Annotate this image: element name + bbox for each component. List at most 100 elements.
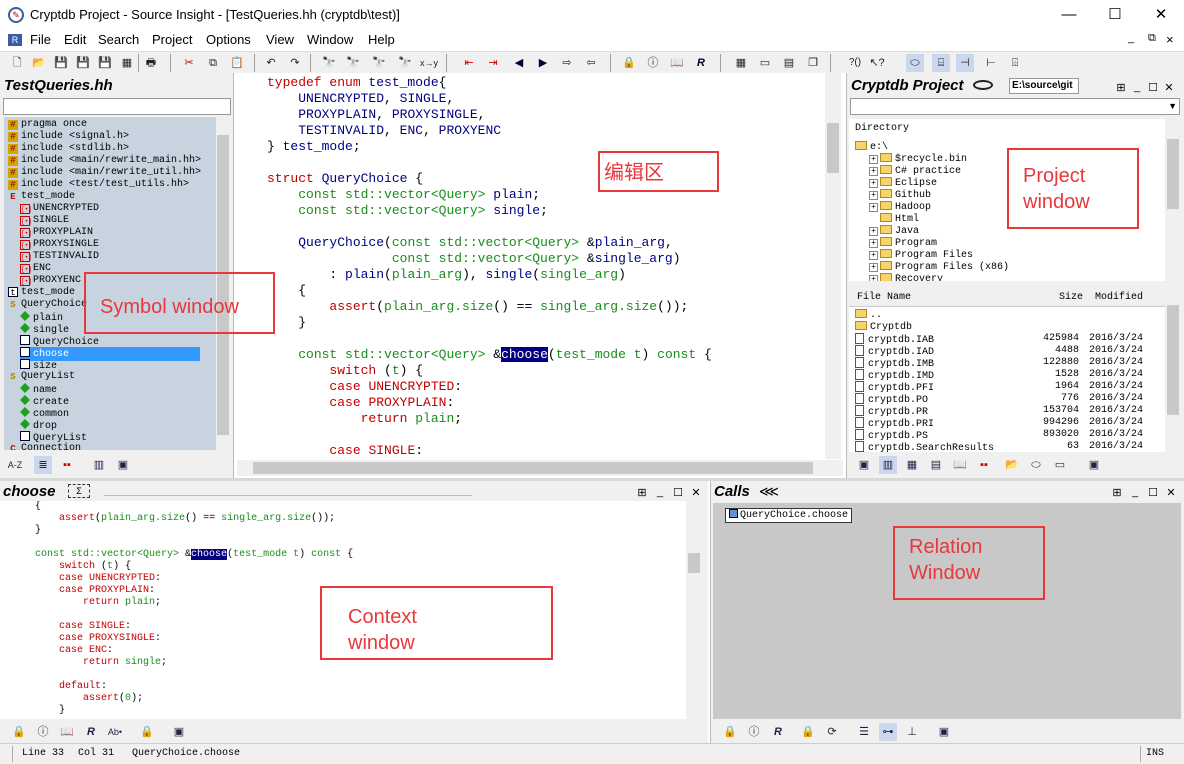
bookmark-next-icon[interactable]: ⇥ [484,54,502,72]
file-row[interactable]: cryptdb.SearchResults 63 2016/3/24 [849,441,1165,452]
code-line[interactable]: } test_mode; [267,139,361,155]
symbol-list-item[interactable]: # include <test/test_utils.hh> [8,179,189,191]
code-line[interactable]: QueryChoice(const std::vector<Query> &pl… [267,235,673,251]
code-line[interactable]: default: [35,681,107,693]
menu-file[interactable]: File [30,32,51,47]
refresh-icon[interactable]: ⟳ [823,723,841,741]
code-line[interactable]: switch (t) { [267,363,423,379]
panel-maximize-button[interactable]: ☐ [1147,487,1159,499]
maximize-button[interactable]: ☐ [1092,0,1138,30]
menu-view[interactable]: View [266,32,294,47]
search-project-icon[interactable]: 🔭 [370,54,388,72]
scrollbar-thumb[interactable] [1167,305,1179,415]
forward-icon[interactable]: ▶ [534,54,552,72]
expand-icon[interactable]: + [869,155,878,164]
file-row[interactable]: cryptdb.IMB 122880 2016/3/24 [849,357,1165,370]
panel-minimize-button[interactable]: _ [654,486,666,498]
save-all-icon[interactable]: 💾 [74,54,92,72]
project-combo[interactable]: ▼ [850,98,1180,115]
file-view-icon[interactable]: ▥ [879,456,897,474]
menu-project[interactable]: Project [152,32,192,47]
expand-icon[interactable]: + [869,191,878,200]
cascade-icon[interactable]: ❐ [804,54,822,72]
relation-node[interactable]: QueryChoice.choose [725,508,853,523]
symbol-info-icon[interactable]: ⓘ [745,723,763,741]
panel-minimize-button[interactable]: _ [1131,81,1143,93]
tile-horizontal-icon[interactable]: ▭ [756,54,774,72]
panel-minimize-button[interactable]: _ [1129,486,1141,498]
chevron-down-icon[interactable]: ▼ [1168,99,1177,114]
panel-maximize-button[interactable]: ☐ [672,487,684,499]
file-row[interactable]: cryptdb.PRI 994296 2016/3/24 [849,417,1165,430]
properties-icon[interactable]: ▣ [935,723,953,741]
editor-code[interactable]: typedef enum test_mode{ UNENCRYPTED, SIN… [267,75,827,460]
expand-icon[interactable]: + [869,179,878,188]
file-list-scrollbar[interactable] [1165,287,1181,452]
code-line[interactable]: assert(plain_arg.size() == single_arg.si… [35,513,335,525]
clip-window-icon[interactable]: ⌹ [1006,54,1024,72]
mdi-minimize-button[interactable]: _ [1128,32,1134,44]
jump-back-icon[interactable]: ⇦ [582,54,600,72]
print-icon[interactable]: 🖶 [142,54,160,72]
mdi-close-button[interactable]: × [1166,32,1174,47]
pin-icon[interactable]: ⊞ [1111,487,1123,499]
code-line[interactable]: return plain; [267,411,462,427]
code-line[interactable]: const std::vector<Query> &choose(test_mo… [267,347,712,363]
panel-close-button[interactable]: ✕ [1165,487,1177,499]
tile-icon[interactable]: ▦ [732,54,750,72]
code-line[interactable]: case UNENCRYPTED: [267,379,462,395]
symbol-list-item[interactable]: # include <main/rewrite_util.hh> [8,167,201,179]
symbol-list-item[interactable]: [•]TESTINVALID [20,251,99,263]
relation-window-toggle-icon[interactable]: ⊣ [956,54,974,72]
symbol-filter-input[interactable] [3,98,231,115]
context-window-toggle-icon[interactable]: ⌸ [932,54,950,72]
symbol-list-item[interactable]: # include <main/rewrite_main.hh> [8,155,201,167]
save-icon[interactable]: 💾 [52,54,70,72]
editor-vertical-scrollbar[interactable] [825,73,841,459]
category-button[interactable]: ▪▪ [58,456,76,474]
sort-alpha-button[interactable]: A-Z [6,456,24,474]
expand-icon[interactable]: + [869,251,878,260]
menu-help[interactable]: Help [368,32,395,47]
context-scrollbar[interactable] [686,501,702,719]
relation-r-icon[interactable]: R [692,54,710,72]
details-icon[interactable]: ▤ [927,456,945,474]
padlock-icon[interactable]: 🔒 [799,723,817,741]
expand-icon[interactable]: + [869,203,878,212]
panel-close-button[interactable]: ✕ [1163,82,1175,94]
header-size[interactable]: Size [1059,292,1083,304]
tree-folder[interactable]: + Recovery [869,273,943,281]
panel-maximize-button[interactable]: ☐ [1147,82,1159,94]
properties-icon[interactable]: ▣ [1085,456,1103,474]
panel-close-button[interactable]: ✕ [690,487,702,499]
file-row[interactable]: .. [849,309,1165,321]
help-pointer-icon[interactable]: ↖? [868,54,886,72]
code-line[interactable]: const std::vector<Query> &choose(test_mo… [35,549,353,561]
minimize-button[interactable]: — [1046,0,1092,30]
file-row[interactable]: cryptdb.IAD 4488 2016/3/24 [849,345,1165,358]
symbol-list-item[interactable]: [•]PROXYPLAIN [20,227,93,239]
code-line[interactable]: const std::vector<Query> plain; [267,187,540,203]
symbol-list-item[interactable]: # include <signal.h> [8,131,129,143]
menu-search[interactable]: Search [98,32,139,47]
file-row[interactable]: cryptdb.PFI 1964 2016/3/24 [849,381,1165,394]
code-line[interactable]: assert(0); [35,693,143,705]
save-as-icon[interactable]: 💾 [96,54,114,72]
code-line[interactable]: case ENC: [35,645,113,657]
close-button[interactable]: ✕ [1138,0,1184,30]
lookup-references-icon[interactable]: 🔭 [396,54,414,72]
code-line[interactable]: switch (t) { [35,561,131,573]
menu-edit[interactable]: Edit [64,32,86,47]
code-line[interactable]: case PROXYPLAIN: [267,395,454,411]
directory-scrollbar[interactable] [1165,119,1181,281]
symbol-list-item[interactable]: # include <stdlib.h> [8,143,129,155]
file-row[interactable]: cryptdb.PS 893020 2016/3/24 [849,429,1165,442]
search-icon[interactable]: 🔭 [320,54,338,72]
code-line[interactable]: return single; [35,657,167,669]
search-files-icon[interactable]: 🔭 [344,54,362,72]
expand-icon[interactable]: + [869,239,878,248]
expand-icon[interactable]: + [869,167,878,176]
file-row[interactable]: cryptdb.PR 153704 2016/3/24 [849,405,1165,418]
lock-icon[interactable]: 🔒 [620,54,638,72]
code-line[interactable]: UNENCRYPTED, SINGLE, [267,91,454,107]
